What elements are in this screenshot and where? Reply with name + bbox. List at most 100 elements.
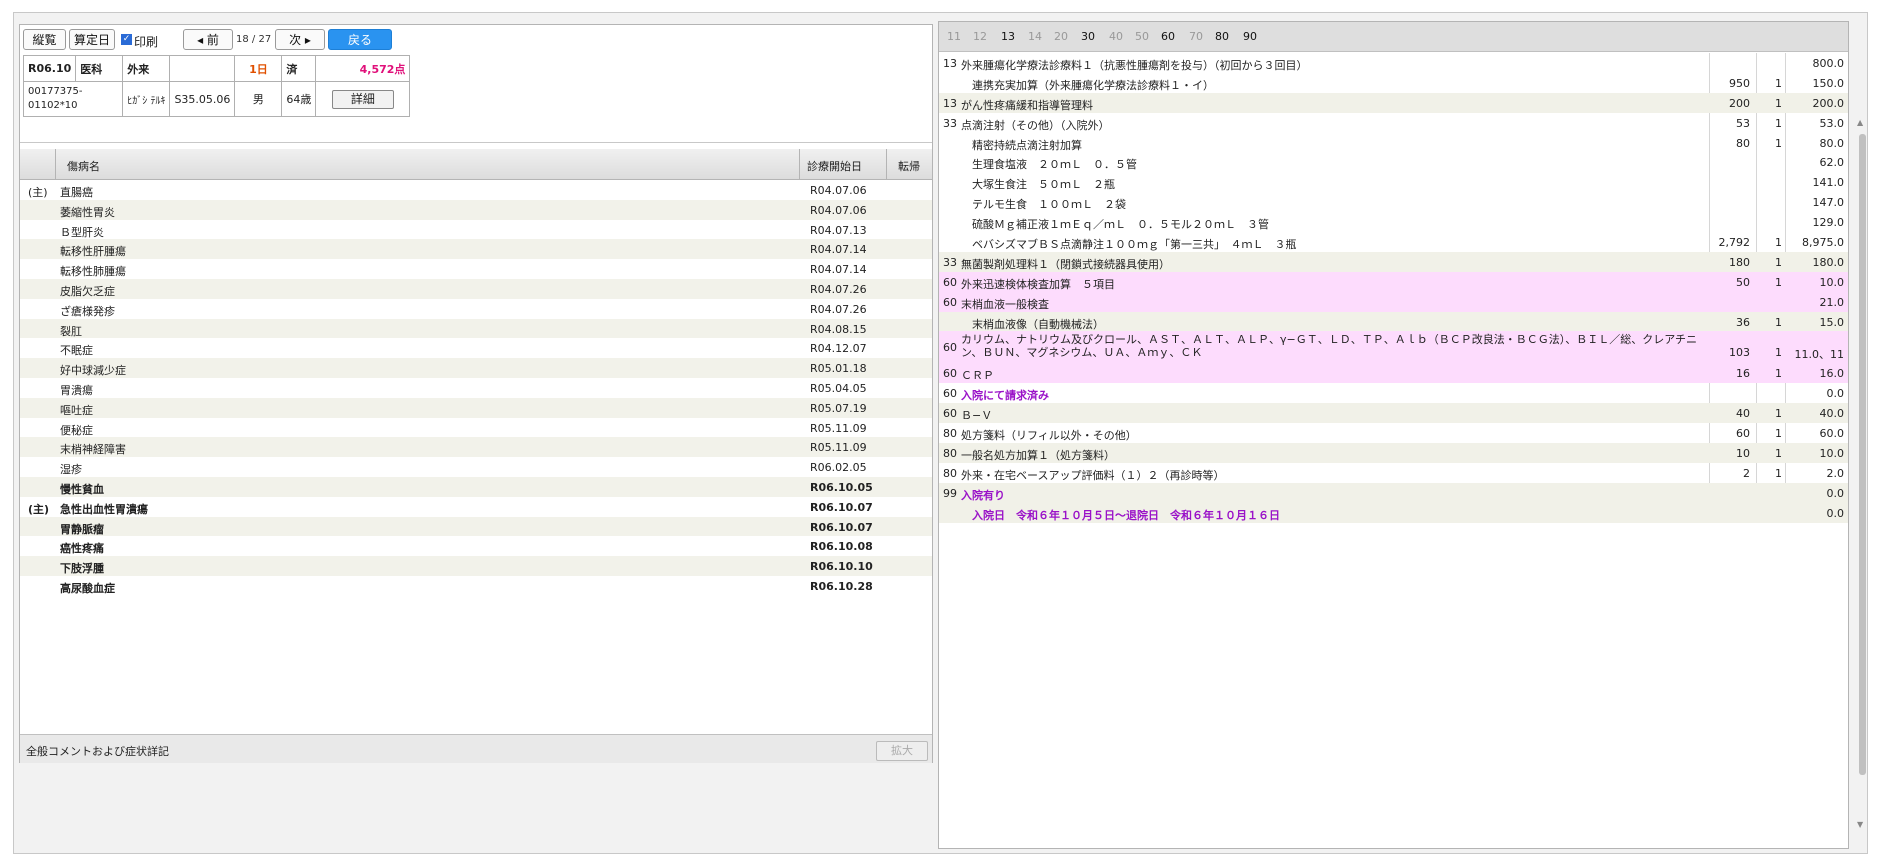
detail-cell: 詳細 [315, 81, 411, 117]
item-total: 80.0 [1819, 136, 1845, 150]
scroll-down-icon[interactable]: ▼ [1857, 820, 1863, 829]
billing-row[interactable]: 生理食塩液 ２０ｍＬ ０．５管 62.0 [939, 152, 1848, 172]
billing-row[interactable]: 60 末梢血液一般検査 21.0 [939, 291, 1848, 312]
tab-40[interactable]: 40 [1109, 30, 1123, 43]
item-name: 連携充実加算（外来腫瘍化学療法診療料１・イ） [961, 78, 1214, 92]
print-checkbox[interactable]: ✓ [121, 34, 132, 45]
disease-name: 裂肛 [60, 324, 82, 338]
disease-row[interactable]: 萎縮性胃炎 R04.07.06 [20, 199, 932, 220]
tab-80[interactable]: 80 [1215, 30, 1229, 43]
expand-button[interactable]: 拡大 [876, 741, 928, 761]
unit-points: 2 [1743, 466, 1750, 480]
billing-row[interactable]: 60 外来迅速検体検査加算 ５項目 50 1 10.0 [939, 271, 1848, 292]
billing-row[interactable]: 13 がん性疼痛緩和指導管理料 200 1 200.0 [939, 92, 1848, 113]
tab-11[interactable]: 11 [947, 30, 961, 43]
quantity: 1 [1775, 76, 1782, 90]
billing-row[interactable]: 60 Ｂ−Ｖ 40 1 40.0 [939, 403, 1848, 424]
disease-row[interactable]: 胃静脈瘤 R06.10.07 [20, 516, 932, 537]
disease-row[interactable]: 癌性疼痛 R06.10.08 [20, 536, 932, 556]
disease-row[interactable]: 転移性肝腫瘍 R04.07.14 [20, 239, 932, 260]
billing-row[interactable]: 60 カリウム、ナトリウム及びクロール、ＡＳＴ、ＡＬＴ、ＡＬＰ、γ−ＧＴ、ＬＤ、Ｔ… [939, 331, 1848, 364]
billing-row[interactable]: 80 一般名処方加算１（処方箋料） 10 1 10.0 [939, 443, 1848, 463]
disease-row[interactable]: 不眠症 R04.12.07 [20, 338, 932, 358]
disease-row[interactable]: 便秘症 R05.11.09 [20, 418, 932, 438]
item-code: 80 [943, 466, 957, 480]
item-code: 13 [943, 57, 957, 70]
item-total: 147.0 [1812, 196, 1845, 210]
start-date-header[interactable]: 診療開始日 [807, 158, 862, 174]
tab-20[interactable]: 20 [1054, 30, 1068, 43]
disease-row[interactable]: 慢性貧血 R06.10.05 [20, 476, 932, 497]
item-name: 大塚生食注 ５０ｍＬ ２瓶 [961, 178, 1115, 192]
days-count: 1日 [234, 55, 283, 82]
disease-row[interactable]: 皮脂欠乏症 R04.07.26 [20, 278, 932, 299]
item-total: 21.0 [1819, 295, 1845, 309]
disease-row[interactable]: 嘔吐症 R05.07.19 [20, 397, 932, 418]
disease-row[interactable]: 胃潰瘍 R05.04.05 [20, 378, 932, 398]
disease-name: 便秘症 [60, 423, 93, 437]
disease-row[interactable]: 末梢神経障害 R05.11.09 [20, 437, 932, 458]
billing-row[interactable]: 60 入院にて請求済み 0.0 [939, 383, 1848, 403]
start-date: R06.10.28 [810, 579, 873, 593]
item-code: 60 [943, 407, 957, 421]
unit-points: 103 [1729, 346, 1750, 360]
item-total: 53.0 [1819, 116, 1845, 130]
billing-row[interactable]: テルモ生食 １００ｍＬ ２袋 147.0 [939, 192, 1848, 212]
disease-name: 下肢浮腫 [60, 562, 104, 576]
tab-13[interactable]: 13 [1001, 30, 1015, 43]
left-pane: 縦覧 算定日 ✓ 印刷 ◂ 前 18 / 27 次 ▸ 戻る R06.10 医科… [19, 24, 933, 763]
disease-row[interactable]: 下肢浮腫 R06.10.10 [20, 556, 932, 576]
tab-30[interactable]: 30 [1081, 30, 1095, 43]
billing-row[interactable]: 大塚生食注 ５０ｍＬ ２瓶 141.0 [939, 172, 1848, 192]
tab-12[interactable]: 12 [973, 30, 987, 43]
billing-row[interactable]: 入院日 令和６年１０月５日〜退院日 令和６年１０月１６日 0.0 [939, 502, 1848, 523]
billing-row[interactable]: 33 無菌製剤処理料１（閉鎖式接続器具使用） 180 1 180.0 [939, 251, 1848, 272]
detail-button[interactable]: 詳細 [331, 89, 394, 109]
unit-points: 2,792 [1718, 236, 1751, 250]
quantity: 1 [1775, 116, 1782, 130]
calc-date-button[interactable]: 算定日 [69, 29, 115, 50]
disease-row[interactable]: 高尿酸血症 R06.10.28 [20, 576, 932, 596]
comment-bar: 全般コメントおよび症状詳記 拡大 [20, 734, 932, 763]
billing-row[interactable]: 硫酸Ｍｇ補正液１ｍＥｑ／ｍＬ ０．５モル２０ｍＬ ３管 129.0 [939, 212, 1848, 232]
disease-row[interactable]: 湿疹 R06.02.05 [20, 457, 932, 477]
disease-row[interactable]: 転移性肺腫瘍 R04.07.14 [20, 259, 932, 279]
tab-70[interactable]: 70 [1189, 30, 1203, 43]
disease-row[interactable]: (主) 直腸癌 R04.07.06 [20, 180, 932, 200]
billing-row[interactable]: 精密持続点滴注射加算 80 1 80.0 [939, 133, 1848, 153]
right-pane: 11 12 13 14 20 30 40 50 60 70 80 90 13 外来腫瘍化学療法診療料１（… [938, 21, 1849, 849]
disease-name-header[interactable]: 傷病名 [67, 158, 100, 174]
start-date: R05.01.18 [810, 362, 867, 376]
billing-row[interactable]: 80 外来・在宅ベースアップ評価料（１）２（再診時等） 2 1 2.0 [939, 463, 1848, 483]
item-name: 処方箋料（リフィル以外・その他） [961, 429, 1137, 443]
next-button[interactable]: 次 ▸ [275, 29, 325, 50]
back-button[interactable]: 戻る [328, 29, 392, 50]
scrollbar-thumb[interactable] [1859, 134, 1866, 775]
billing-row[interactable]: 99 入院有り 0.0 [939, 482, 1848, 503]
scroll-up-icon[interactable]: ▲ [1857, 118, 1863, 127]
tab-60[interactable]: 60 [1161, 30, 1175, 43]
disease-row[interactable]: 好中球減少症 R05.01.18 [20, 358, 932, 378]
disease-row[interactable]: Ｂ型肝炎 R04.07.13 [20, 220, 932, 240]
billing-row[interactable]: 33 点滴注射（その他）（入院外） 53 1 53.0 [939, 113, 1848, 133]
disease-row[interactable]: ざ瘡様発疹 R04.07.26 [20, 299, 932, 319]
billing-row[interactable]: 連携充実加算（外来腫瘍化学療法診療料１・イ） 950 1 150.0 [939, 73, 1848, 93]
billing-row[interactable]: 80 処方箋料（リフィル以外・その他） 60 1 60.0 [939, 423, 1848, 443]
print-label: 印刷 [134, 35, 159, 49]
primary-marker: (主) [28, 502, 50, 516]
item-total: 150.0 [1812, 76, 1845, 90]
billing-row[interactable]: 末梢血液像（自動機械法） 36 1 15.0 [939, 311, 1848, 332]
birth-date: S35.05.06 [169, 81, 236, 117]
prev-button[interactable]: ◂ 前 [183, 29, 233, 50]
disease-row[interactable]: (主) 急性出血性胃潰瘍 R06.10.07 [20, 497, 932, 517]
tab-50[interactable]: 50 [1135, 30, 1149, 43]
tab-14[interactable]: 14 [1028, 30, 1042, 43]
outcome-header[interactable]: 転帰 [898, 158, 920, 174]
tab-90[interactable]: 90 [1243, 30, 1257, 43]
billing-row[interactable]: ベバシズマブＢＳ点滴静注１００ｍｇ「第一三共」 ４ｍＬ ３瓶 2,792 1 8,97… [939, 232, 1848, 252]
billing-row[interactable]: 13 外来腫瘍化学療法診療料１（抗悪性腫瘍剤を投与）（初回から３回目） 800.0 [939, 53, 1848, 73]
disease-row[interactable]: 裂肛 R04.08.15 [20, 318, 932, 339]
billing-row[interactable]: 60 ＣＲＰ 16 1 16.0 [939, 363, 1848, 384]
vertical-view-button[interactable]: 縦覧 [23, 29, 66, 50]
disease-name: 胃静脈瘤 [60, 522, 104, 536]
